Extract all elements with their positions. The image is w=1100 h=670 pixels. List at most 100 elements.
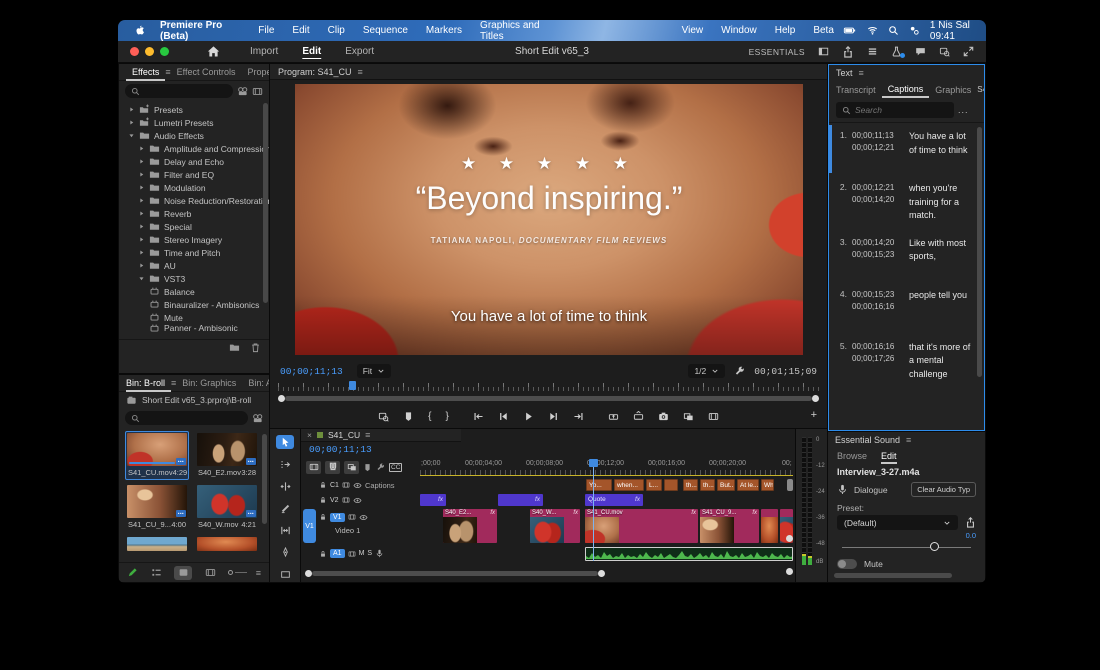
menu-app[interactable]: Premiere Pro (Beta) (151, 20, 249, 42)
pen-tool[interactable] (276, 546, 294, 560)
effects-scrollbar[interactable] (263, 103, 268, 303)
caption-text[interactable]: that it's more of a mental challenge (909, 341, 980, 382)
bin-filter-icon[interactable] (252, 413, 263, 424)
tree-item[interactable]: Delay and Echo (119, 155, 269, 168)
caret-right-icon[interactable] (137, 236, 145, 243)
tab-bin-broll[interactable]: Bin: B-roll (126, 375, 172, 392)
beta-features-icon[interactable] (891, 46, 905, 58)
control-center-icon[interactable] (909, 25, 920, 36)
tree-item[interactable]: Reverb (119, 207, 269, 220)
captions-search-field[interactable] (855, 105, 948, 115)
tab-export[interactable]: Export (333, 46, 386, 57)
tab-import[interactable]: Import (238, 46, 290, 57)
share-icon[interactable] (842, 46, 854, 58)
caption-track-scroll-chip[interactable] (787, 479, 793, 491)
zoom-fit-dropdown[interactable]: Fit (356, 364, 392, 378)
bin-clip[interactable]: ••• S40_W.mov 4:21 (195, 483, 259, 532)
caption-clip[interactable]: th... (683, 479, 698, 491)
timeline-playhead[interactable] (593, 459, 594, 561)
effects-search-field[interactable] (144, 86, 227, 96)
nest-sequences-button[interactable] (306, 460, 321, 474)
tab-captions[interactable]: Captions (881, 81, 930, 98)
tree-item-effect[interactable]: Balance (119, 285, 269, 298)
delete-icon[interactable] (250, 342, 261, 353)
clip-thumbnail[interactable]: ••• (127, 485, 187, 518)
menu-edit[interactable]: Edit (283, 25, 318, 36)
step-back-button[interactable] (498, 411, 509, 422)
captions-search-input[interactable] (836, 102, 954, 118)
bin-clip[interactable]: ••• S40_E2.mov 3:28 (195, 431, 259, 480)
menu-beta[interactable]: Beta (804, 25, 843, 36)
caret-down-icon[interactable] (127, 132, 135, 139)
track-badge-icon[interactable] (348, 513, 356, 521)
clear-audio-type-button[interactable]: Clear Audio Typ (911, 482, 976, 497)
multi-view-button[interactable] (708, 411, 719, 422)
tree-item[interactable]: Modulation (119, 181, 269, 194)
video-clip[interactable] (761, 509, 778, 543)
video-clip[interactable]: S40_W... fx (530, 509, 580, 543)
graphic-clip[interactable]: fx (498, 494, 543, 506)
thumbnail-zoom-slider[interactable] (228, 570, 247, 575)
timeline-settings-icon[interactable] (376, 463, 385, 472)
program-playhead[interactable] (349, 381, 356, 390)
go-to-out-button[interactable] (573, 411, 584, 422)
export-frame-settings-icon[interactable] (378, 411, 389, 422)
caret-right-icon[interactable] (127, 119, 135, 126)
slider-knob[interactable] (929, 542, 939, 551)
caret-down-icon[interactable] (137, 275, 145, 282)
spotlight-icon[interactable] (888, 25, 899, 36)
step-forward-button[interactable] (548, 411, 559, 422)
bin-clip[interactable]: ••• S41_CU.mov 4:29 (125, 431, 189, 480)
track-badge-icon[interactable] (342, 481, 350, 489)
tab-effects[interactable]: Effects (126, 64, 166, 81)
timeline-timecode[interactable]: 00;00;11;13 (309, 444, 372, 455)
caption-clip[interactable]: Yo... (586, 479, 612, 491)
tree-item[interactable]: AU (119, 259, 269, 272)
close-window-button[interactable] (130, 47, 139, 56)
tab-edit[interactable]: Edit (290, 46, 333, 57)
scroll-handle-right[interactable] (598, 570, 605, 577)
tab-transcript[interactable]: Transcript (836, 85, 882, 95)
battery-icon[interactable] (843, 25, 857, 36)
gain-slider[interactable] (842, 542, 971, 552)
tab-bin-audio[interactable]: Bin: Au (242, 378, 269, 388)
more-options-icon[interactable]: ... (958, 105, 969, 115)
slider-handle[interactable] (228, 570, 233, 575)
menu-clock[interactable]: 1 Nis Sal 09:41 (930, 20, 976, 42)
caption-text[interactable]: people tell you (909, 289, 980, 327)
bin-scrollbar[interactable] (262, 434, 267, 524)
bin-icon[interactable] (126, 395, 137, 406)
freeform-view-button[interactable] (201, 566, 219, 580)
tree-item[interactable]: VST3 (119, 272, 269, 285)
clip-thumbnail[interactable]: ••• (197, 433, 257, 466)
add-marker-icon[interactable] (403, 411, 414, 422)
caption-timecodes[interactable]: 00;00;14;20 00;00;15;23 (852, 237, 904, 275)
tab-graphics[interactable]: Graphics (929, 85, 977, 95)
save-preset-icon[interactable] (965, 517, 976, 528)
scroll-handle-left[interactable] (278, 395, 285, 402)
workspace-panel-icon[interactable] (818, 46, 829, 57)
caption-clip[interactable]: But... (717, 479, 735, 491)
writable-pen-icon[interactable] (127, 567, 138, 578)
lock-icon[interactable] (319, 496, 327, 504)
tree-item[interactable]: Time and Pitch (119, 246, 269, 259)
graphic-clip[interactable]: fx (420, 494, 446, 506)
caret-right-icon[interactable] (137, 262, 145, 269)
timeline-horizontal-scrollbar[interactable] (305, 570, 605, 577)
caret-right-icon[interactable] (137, 145, 145, 152)
mute-toggle[interactable] (837, 559, 857, 569)
captions-menu-button[interactable]: CC (389, 462, 403, 472)
caret-right-icon[interactable] (137, 158, 145, 165)
caret-right-icon[interactable] (137, 223, 145, 230)
export-frame-button[interactable] (658, 411, 669, 422)
program-mini-timeline[interactable] (278, 383, 819, 391)
caption-clip[interactable]: th... (700, 479, 715, 491)
track-name-v2[interactable]: V2 (330, 497, 339, 504)
track-badge-icon[interactable] (342, 496, 350, 504)
slip-tool[interactable] (276, 524, 294, 538)
program-scrollbar[interactable] (278, 395, 819, 402)
tree-item[interactable]: Presets (119, 103, 269, 116)
tree-item[interactable]: Special (119, 220, 269, 233)
menu-window[interactable]: Window (712, 25, 766, 36)
track-name-c1[interactable]: C1 (330, 482, 339, 489)
